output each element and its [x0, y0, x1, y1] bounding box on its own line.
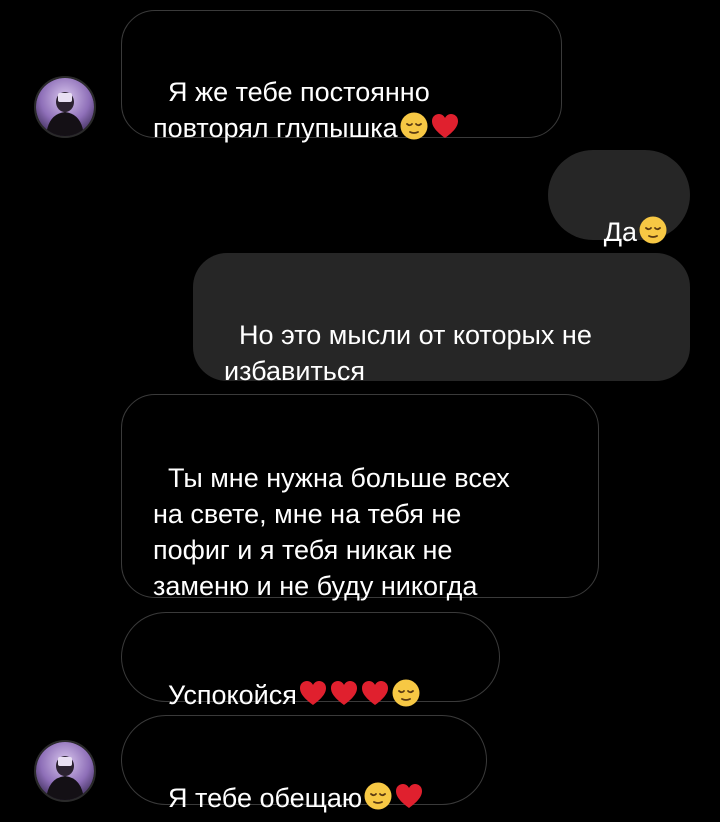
message-text: Я же тебе постоянно повторял глупышка: [153, 77, 430, 143]
pensive-face-emoji: [363, 781, 393, 811]
message-text: Я тебе обещаю: [168, 783, 363, 813]
pensive-face-emoji: [399, 111, 429, 141]
message-bubble-outgoing[interactable]: Да: [548, 150, 690, 247]
message-bubble-incoming[interactable]: Ты мне нужна больше всех на свете, мне н…: [121, 394, 599, 601]
pensive-face-emoji: [638, 215, 668, 245]
red-heart-emoji: [430, 111, 460, 141]
red-heart-emoji: [329, 678, 359, 708]
pensive-face-emoji: [391, 678, 421, 708]
message-text: Успокойся: [168, 680, 297, 710]
message-text: Да: [603, 217, 637, 247]
message-bubble-incoming[interactable]: Я тебе обещаю: [121, 715, 487, 813]
message-bubble-incoming[interactable]: Успокойся: [121, 612, 500, 710]
message-text: Но это мысли от которых не избавиться: [224, 320, 592, 386]
red-heart-emoji: [360, 678, 390, 708]
message-text: Ты мне нужна больше всех на свете, мне н…: [153, 463, 510, 601]
contact-avatar[interactable]: [34, 76, 96, 138]
contact-avatar[interactable]: [34, 740, 96, 802]
red-heart-emoji: [298, 678, 328, 708]
red-heart-emoji: [394, 781, 424, 811]
message-bubble-outgoing[interactable]: Но это мысли от которых не избавиться: [193, 253, 690, 386]
message-bubble-incoming[interactable]: Я же тебе постоянно повторял глупышка: [121, 10, 562, 143]
